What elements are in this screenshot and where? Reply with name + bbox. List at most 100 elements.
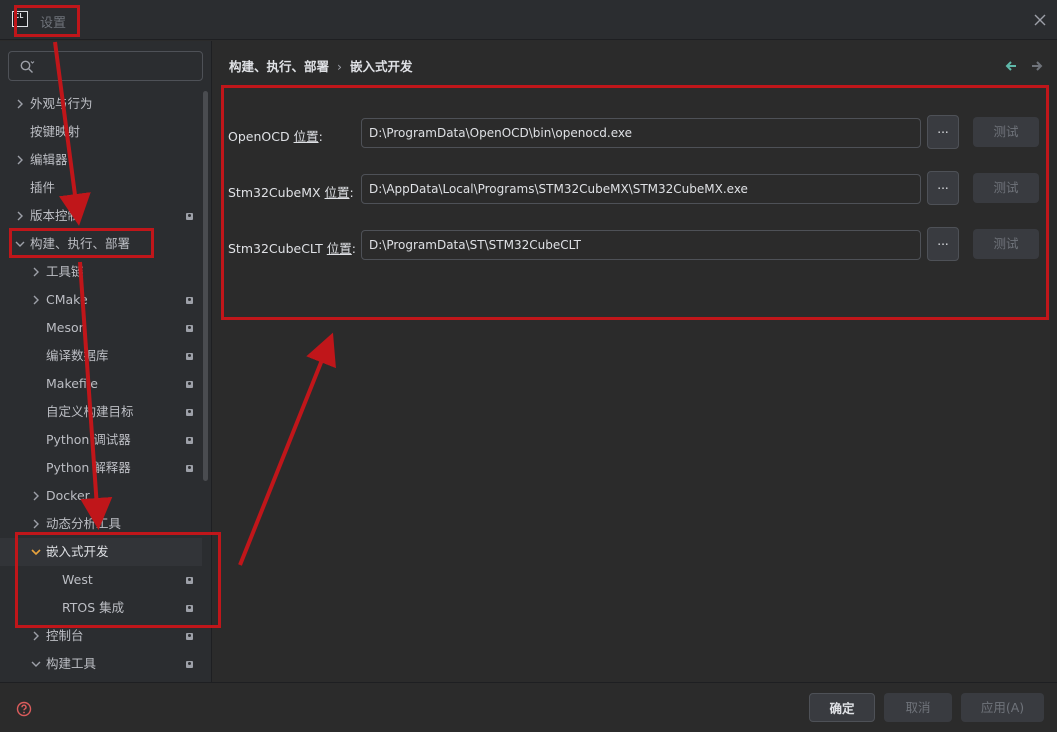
stm32cubemx-browse-button[interactable]: ...	[927, 171, 959, 205]
sidebar-item-build-execution-deployment[interactable]: 构建、执行、部署	[0, 230, 202, 258]
openocd-location-field[interactable]	[361, 118, 921, 148]
openocd-location-label: OpenOCD 位置:	[228, 126, 323, 145]
app-logo-text: CL	[15, 12, 24, 20]
locked-icon	[186, 633, 193, 640]
locked-icon	[186, 661, 193, 668]
label-prefix: Stm32CubeCLT	[228, 241, 327, 256]
locked-icon	[186, 213, 193, 220]
dialog-footer: 确定 取消 应用(A)	[0, 682, 1057, 732]
settings-sidebar: 外观与行为 按键映射 编辑器 插件 版本控制 构建、执行、部署 工具链 CMak…	[0, 41, 212, 682]
sidebar-item-build-tools[interactable]: 构建工具	[0, 650, 202, 678]
sidebar-item-makefile[interactable]: Makefile	[0, 370, 202, 398]
label-suffix: :	[318, 129, 323, 144]
sidebar-item-label: 嵌入式开发	[46, 544, 109, 559]
sidebar-item-meson[interactable]: Meson	[0, 314, 202, 342]
sidebar-item-python-interpreter[interactable]: Python 解释器	[0, 454, 202, 482]
sidebar-scrollbar[interactable]	[203, 91, 208, 481]
sidebar-item-dynamic-analysis-tools[interactable]: 动态分析工具	[0, 510, 202, 538]
stm32cubemx-test-button[interactable]: 测试	[973, 173, 1039, 203]
sidebar-item-label: 构建、执行、部署	[30, 236, 131, 251]
sidebar-item-compilation-database[interactable]: 编译数据库	[0, 342, 202, 370]
sidebar-item-rtos-integration[interactable]: RTOS 集成	[0, 594, 202, 622]
locked-icon	[186, 325, 193, 332]
sidebar-item-label: 插件	[30, 180, 56, 195]
locked-icon	[186, 437, 193, 444]
sidebar-item-embedded-development[interactable]: 嵌入式开发	[0, 538, 202, 566]
sidebar-item-label: Python 解释器	[46, 460, 131, 475]
search-input[interactable]	[41, 57, 196, 75]
sidebar-item-label: 外观与行为	[30, 96, 93, 111]
sidebar-item-cmake[interactable]: CMake	[0, 286, 202, 314]
label-mnemonic: 位置	[326, 241, 352, 256]
chevron-right-icon	[33, 295, 39, 305]
stm32cubeclt-test-button[interactable]: 测试	[973, 229, 1039, 259]
sidebar-item-docker[interactable]: Docker	[0, 482, 202, 510]
sidebar-item-label: 自定义构建目标	[46, 404, 134, 419]
sidebar-item-label: 工具链	[46, 264, 84, 279]
sidebar-item-plugins[interactable]: 插件	[0, 174, 202, 202]
sidebar-item-label: 构建工具	[46, 656, 97, 671]
chevron-right-icon	[17, 211, 23, 221]
locked-icon	[186, 605, 193, 612]
label-mnemonic: 位置	[293, 129, 319, 144]
openocd-browse-button[interactable]: ...	[927, 115, 959, 149]
sidebar-item-python-debugger[interactable]: Python 调试器	[0, 426, 202, 454]
sidebar-item-west[interactable]: West	[0, 566, 202, 594]
sidebar-item-label: RTOS 集成	[62, 600, 125, 615]
sidebar-item-version-control[interactable]: 版本控制	[0, 202, 202, 230]
chevron-down-icon	[31, 549, 41, 556]
openocd-test-button[interactable]: 测试	[973, 117, 1039, 147]
apply-button[interactable]: 应用(A)	[961, 693, 1044, 722]
label-prefix: Stm32CubeMX	[228, 185, 325, 200]
stm32cubemx-location-field[interactable]	[361, 174, 921, 204]
search-box[interactable]	[8, 51, 203, 81]
sidebar-item-label: 版本控制	[30, 208, 81, 223]
sidebar-item-label: Meson	[46, 320, 87, 335]
cancel-button[interactable]: 取消	[884, 693, 952, 722]
sidebar-item-label: Docker	[46, 488, 90, 503]
forward-arrow-icon[interactable]	[1030, 59, 1044, 73]
locked-icon	[186, 409, 193, 416]
label-mnemonic: 位置	[324, 185, 350, 200]
breadcrumb-separator: ›	[337, 59, 343, 74]
chevron-right-icon	[33, 491, 39, 501]
sidebar-item-label: 控制台	[46, 628, 84, 643]
sidebar-item-keymap[interactable]: 按键映射	[0, 118, 202, 146]
back-arrow-icon[interactable]	[1004, 59, 1018, 73]
chevron-down-icon	[31, 661, 41, 667]
locked-icon	[186, 353, 193, 360]
stm32cubeclt-browse-button[interactable]: ...	[927, 227, 959, 261]
sidebar-item-console[interactable]: 控制台	[0, 622, 202, 650]
ok-button[interactable]: 确定	[809, 693, 875, 722]
sidebar-item-custom-build-targets[interactable]: 自定义构建目标	[0, 398, 202, 426]
breadcrumb-current: 嵌入式开发	[350, 59, 413, 74]
chevron-right-icon	[33, 519, 39, 529]
title-bar: CL 设置	[0, 0, 1057, 40]
chevron-right-icon	[17, 99, 23, 109]
label-suffix: :	[351, 241, 357, 256]
stm32cubemx-location-label: Stm32CubeMX 位置:	[228, 182, 354, 201]
sidebar-item-editor[interactable]: 编辑器	[0, 146, 202, 174]
sidebar-item-label: Python 调试器	[46, 432, 131, 447]
help-icon[interactable]	[16, 701, 32, 717]
label-prefix: OpenOCD	[228, 129, 294, 144]
breadcrumb: 构建、执行、部署 › 嵌入式开发	[229, 56, 413, 75]
chevron-right-icon	[17, 155, 23, 165]
sidebar-item-label: West	[62, 572, 93, 587]
chevron-right-icon	[33, 631, 39, 641]
sidebar-item-label: 按键映射	[30, 124, 81, 139]
locked-icon	[186, 297, 193, 304]
sidebar-item-toolchains[interactable]: 工具链	[0, 258, 202, 286]
window-title: 设置	[40, 16, 67, 31]
locked-icon	[186, 381, 193, 388]
close-icon[interactable]	[1032, 12, 1048, 28]
search-icon	[20, 60, 35, 73]
locked-icon	[186, 577, 193, 584]
stm32cubeclt-location-field[interactable]	[361, 230, 921, 260]
breadcrumb-parent[interactable]: 构建、执行、部署	[229, 59, 329, 74]
settings-content: 构建、执行、部署 › 嵌入式开发 OpenOCD 位置: ... 测试 Stm32C…	[212, 41, 1057, 682]
sidebar-item-appearance[interactable]: 外观与行为	[0, 90, 202, 118]
locked-icon	[186, 465, 193, 472]
sidebar-item-label: 编辑器	[30, 152, 68, 167]
app-logo-icon: CL	[12, 11, 28, 27]
